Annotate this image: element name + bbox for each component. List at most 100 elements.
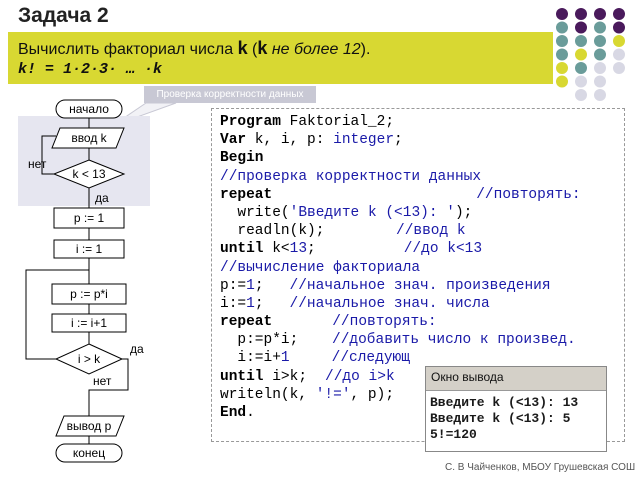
code-keyword: repeat	[220, 186, 273, 203]
cond2-no-label: нет	[93, 374, 112, 388]
code-comment: //повторять:	[476, 186, 581, 203]
init-p-label: p := 1	[74, 211, 105, 225]
start-label: начало	[69, 102, 109, 116]
code-number: 1	[280, 350, 290, 367]
code-keyword: End	[220, 405, 247, 421]
decorative-dot	[575, 75, 587, 88]
code-text: , p);	[350, 386, 395, 403]
code-line: until k<13; //до k<13	[220, 240, 624, 258]
code-comment: //ввод k	[396, 223, 466, 240]
output-line: 5!=120	[430, 427, 477, 442]
code-keyword: Var	[220, 132, 247, 149]
code-line: p:=p*i; //добавить число к произвед.	[220, 331, 624, 349]
code-text: ;	[254, 295, 264, 312]
code-line: repeat //повторять:	[220, 313, 624, 331]
code-comment: //начальное знач. числа	[289, 295, 490, 312]
code-text: write(	[220, 204, 290, 221]
decorative-dot	[594, 89, 606, 101]
multiply-label: p := p*i	[70, 287, 108, 301]
output-window-title: Окно вывода	[426, 367, 606, 391]
cond2-yes-label: да	[130, 342, 144, 356]
code-number: 13	[289, 241, 308, 258]
code-number: 1	[246, 295, 255, 312]
decorative-dot	[556, 62, 568, 74]
slide-title: Задача 2	[18, 4, 109, 27]
output-window-body: Введите k (<13): 13 Введите k (<13): 5 5…	[426, 391, 606, 443]
output-window: Окно вывода Введите k (<13): 13 Введите …	[425, 366, 607, 452]
decorative-dot	[575, 21, 587, 34]
decorative-dot	[575, 35, 587, 47]
code-line: Program Faktorial_2;	[220, 113, 624, 131]
code-text: k, i, p:	[246, 132, 334, 149]
code-text: writeln(k,	[220, 386, 316, 403]
task-paren-var: k	[257, 38, 268, 58]
code-keyword: Program	[220, 114, 281, 130]
decorative-dot	[594, 62, 606, 74]
code-line: Begin	[220, 149, 624, 167]
code-line: i:=1; //начальное знач. числа	[220, 295, 624, 313]
cond2-label: i > k	[78, 352, 101, 366]
code-comment: //начальное знач. произведения	[289, 277, 551, 294]
code-text: i>k;	[263, 368, 308, 385]
decorative-dot	[556, 21, 568, 34]
decorative-dot	[613, 48, 625, 61]
code-keyword: until	[220, 241, 264, 258]
decorative-dot	[575, 89, 587, 101]
code-line: Var k, i, p: integer;	[220, 131, 624, 149]
decorative-dots	[556, 8, 625, 101]
code-text: ;	[254, 277, 264, 294]
code-comment: //добавить число к произвед.	[332, 332, 576, 349]
code-line: i:=i+1 //следующ	[220, 349, 624, 367]
decorative-dot	[575, 8, 587, 20]
input-label: ввод k	[71, 131, 107, 145]
code-string: '!='	[315, 386, 351, 403]
code-type: integer	[333, 132, 395, 149]
output-line: Введите k (<13): 5	[430, 411, 571, 426]
decorative-dot	[575, 48, 587, 61]
code-text: p:=	[220, 277, 247, 294]
init-i-label: i := 1	[76, 242, 103, 256]
code-text: .	[246, 405, 255, 421]
task-formula: k! = 1·2·3· … ·k	[18, 61, 163, 78]
decorative-dot	[594, 48, 606, 61]
code-line: write('Введите k (<13): ');	[220, 204, 624, 222]
cond1-yes-label: да	[95, 191, 109, 205]
code-text: k<	[263, 241, 290, 258]
code-keyword: until	[220, 368, 264, 385]
decorative-dot	[594, 21, 606, 34]
decorative-dot	[594, 75, 606, 88]
decorative-dot	[613, 62, 625, 74]
decorative-dot	[575, 62, 587, 74]
footer-credit: С. В Чайченков, МБОУ Грушевская СОШ	[445, 462, 636, 473]
output-line: Введите k (<13): 13	[430, 395, 579, 410]
code-text: ;	[394, 132, 403, 149]
code-comment: //до k<13	[403, 241, 483, 258]
decorative-dot	[556, 75, 568, 88]
task-var: k	[237, 38, 248, 58]
flowchart: начало ввод k k < 13 нет да p := 1 i := …	[18, 99, 150, 463]
decorative-dot	[556, 35, 568, 47]
code-number: 1	[246, 277, 255, 294]
code-text: i:=	[220, 295, 247, 312]
task-paren-close: ).	[360, 41, 371, 58]
code-text: ;	[307, 241, 316, 258]
code-text: );	[454, 204, 473, 221]
task-statement: Вычислить факториал числа k (k не более …	[18, 38, 370, 59]
code-text: Faktorial_2;	[280, 114, 395, 130]
cond1-label: k < 13	[72, 167, 105, 181]
code-comment: //повторять:	[332, 314, 437, 331]
decorative-dot	[613, 35, 625, 47]
decorative-dot	[594, 35, 606, 47]
code-comment: //вычисление факториала	[220, 259, 421, 276]
end-label: конец	[73, 446, 105, 460]
decorative-dot	[613, 8, 625, 20]
code-comment: //следующ	[331, 350, 410, 367]
code-comment: //до i>k	[325, 368, 395, 385]
code-line: readln(k); //ввод k	[220, 222, 624, 240]
decorative-dot	[556, 48, 568, 61]
output-label: вывод p	[67, 419, 112, 433]
task-paren-open: (	[247, 41, 258, 58]
task-limit: не более 12	[267, 41, 361, 58]
decorative-dot	[556, 8, 568, 20]
decorative-dot	[594, 8, 606, 20]
